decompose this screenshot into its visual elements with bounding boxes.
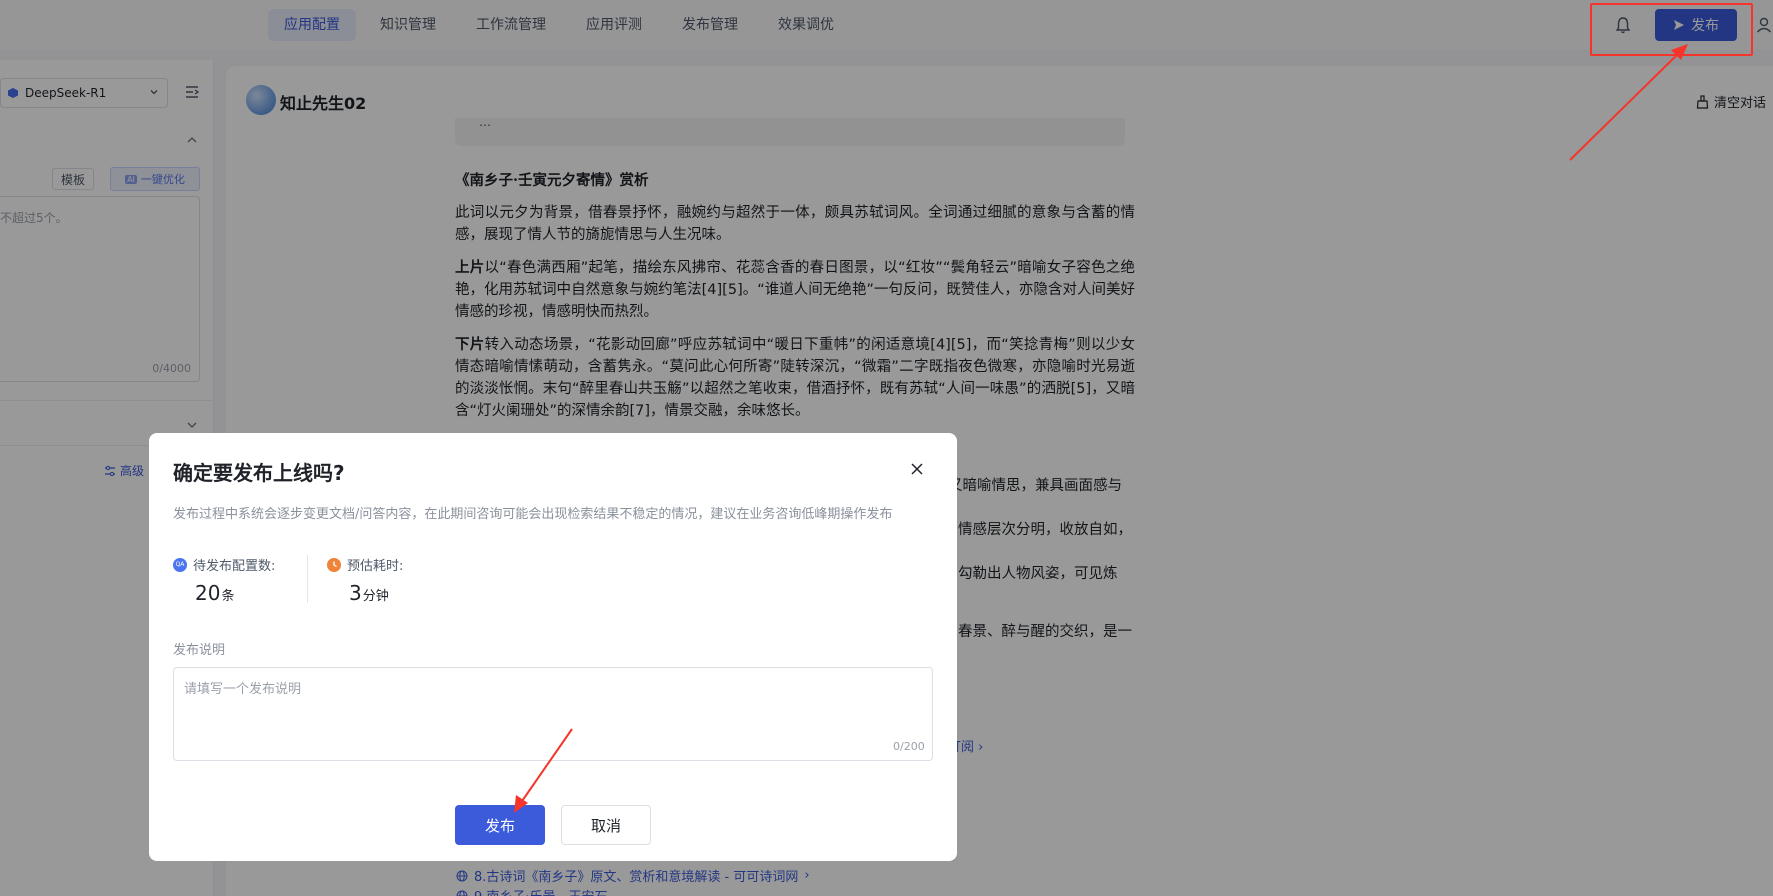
close-icon[interactable]: [909, 461, 925, 477]
release-note-input[interactable]: [173, 667, 933, 761]
qa-icon: QA: [173, 557, 187, 572]
stat-label: 待发布配置数:: [193, 559, 276, 574]
release-note-count: 0/200: [893, 740, 925, 753]
pending-config-value: 20条: [195, 581, 234, 605]
stat-unit: 分钟: [362, 589, 389, 604]
annotation-highlight-box: [1590, 3, 1753, 56]
stat-number: 3: [349, 581, 362, 605]
estimated-time-stat: 预估耗时:: [327, 555, 403, 574]
stat-number: 20: [195, 581, 221, 605]
stat-unit: 条: [221, 589, 235, 604]
pending-config-stat: QA 待发布配置数:: [173, 555, 275, 574]
publish-confirm-dialog: 确定要发布上线吗? 发布过程中系统会逐步变更文档/问答内容，在此期间咨询可能会出…: [149, 433, 957, 861]
dialog-description: 发布过程中系统会逐步变更文档/问答内容，在此期间咨询可能会出现检索结果不稳定的情…: [173, 507, 893, 522]
clock-icon: [327, 557, 341, 572]
stat-label: 预估耗时:: [347, 559, 404, 574]
cancel-button[interactable]: 取消: [561, 805, 651, 845]
estimated-time-value: 3分钟: [349, 581, 389, 605]
dialog-title: 确定要发布上线吗?: [173, 461, 345, 485]
stat-divider: [307, 555, 308, 603]
confirm-publish-button[interactable]: 发布: [455, 805, 545, 845]
release-note-label: 发布说明: [173, 643, 226, 658]
